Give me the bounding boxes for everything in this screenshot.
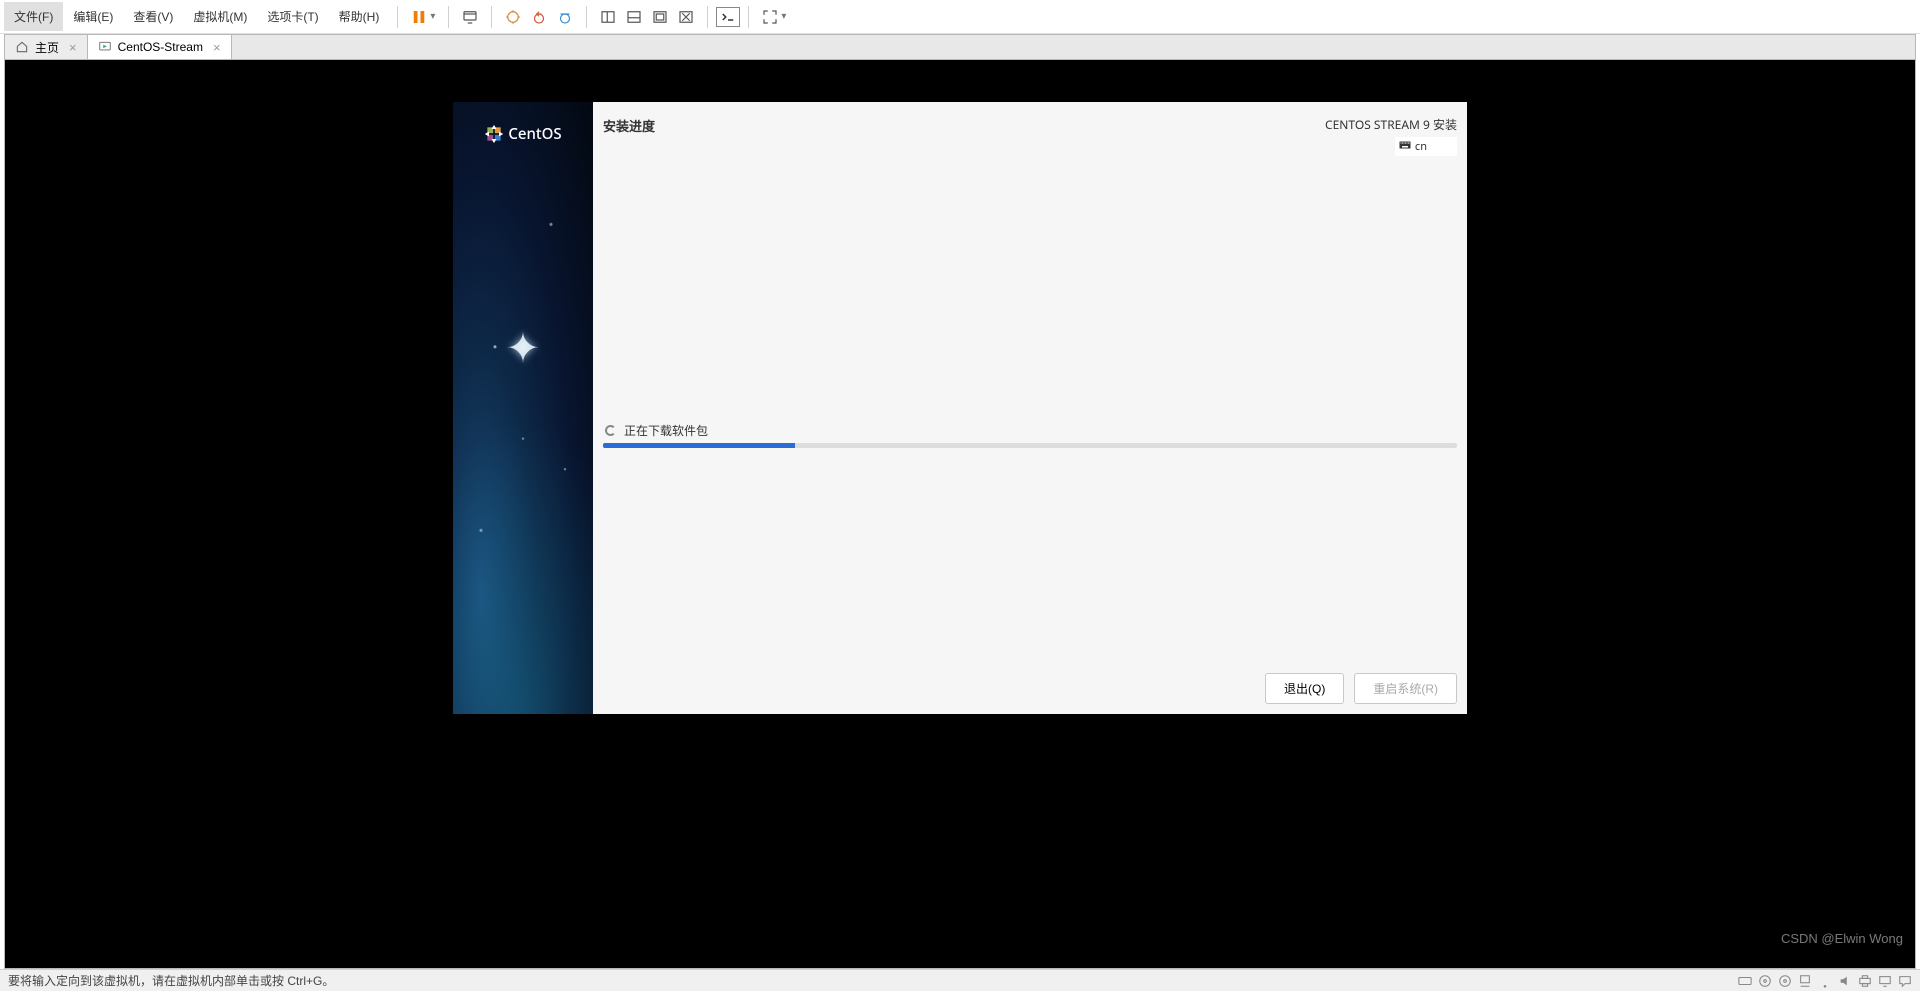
separator	[586, 6, 587, 28]
anaconda-header: 安装进度 CENTOS STREAM 9 安装 cn	[593, 102, 1467, 164]
centos-logo-icon	[484, 124, 504, 144]
view-single-icon[interactable]	[595, 4, 621, 30]
fullscreen-dropdown-icon[interactable]: ▾	[781, 11, 791, 22]
menu-help[interactable]: 帮助(H)	[329, 2, 390, 31]
menu-file[interactable]: 文件(F)	[4, 2, 63, 31]
separator	[491, 6, 492, 28]
tab-vm-close-icon[interactable]: ×	[213, 40, 221, 55]
home-icon	[15, 40, 29, 54]
tab-vm[interactable]: CentOS-Stream ×	[88, 35, 232, 59]
statusbar-hint: 要将输入定向到该虚拟机，请在虚拟机内部单击或按 Ctrl+G。	[8, 972, 334, 989]
vm-running-icon	[98, 40, 112, 54]
snapshot-manager-icon[interactable]	[552, 4, 578, 30]
anaconda-main-pane: 安装进度 CENTOS STREAM 9 安装 cn 正在下载软件包	[593, 102, 1467, 714]
star-decoration-icon: ✦	[505, 318, 540, 375]
spinner-icon	[605, 425, 616, 436]
usb-status-icon[interactable]	[1818, 974, 1832, 988]
installer-subtitle: CENTOS STREAM 9 安装	[1325, 116, 1457, 133]
tabbar: 主页 × CentOS-Stream ×	[4, 34, 1916, 60]
devices-icon[interactable]	[457, 4, 483, 30]
progress-status-text: 正在下载软件包	[624, 422, 708, 439]
tab-home-close-icon[interactable]: ×	[69, 40, 77, 55]
printer-status-icon[interactable]	[1858, 974, 1872, 988]
snapshot-take-icon[interactable]	[500, 4, 526, 30]
progress-bar-fill	[603, 443, 795, 448]
snapshot-revert-icon[interactable]	[526, 4, 552, 30]
anaconda-sidebar: CentOS ✦	[453, 102, 593, 714]
display-status-icon[interactable]	[1878, 974, 1892, 988]
cd-status-icon[interactable]	[1758, 974, 1772, 988]
menubar: 文件(F) 编辑(E) 查看(V) 虚拟机(M) 选项卡(T) 帮助(H) ▾ …	[0, 0, 1920, 34]
menu-tabs[interactable]: 选项卡(T)	[257, 2, 328, 31]
keyboard-icon	[1399, 139, 1411, 154]
message-status-icon[interactable]	[1898, 974, 1912, 988]
keyboard-indicator[interactable]: cn	[1395, 137, 1457, 156]
separator	[448, 6, 449, 28]
network-status-icon[interactable]	[1798, 974, 1812, 988]
menu-edit[interactable]: 编辑(E)	[63, 2, 123, 31]
sound-status-icon[interactable]	[1838, 974, 1852, 988]
statusbar-tray	[1738, 974, 1912, 988]
centos-brand-label: CentOS	[508, 124, 561, 144]
reboot-button: 重启系统(R)	[1354, 673, 1457, 704]
vm-viewport[interactable]: CentOS ✦ 安装进度 CENTOS STREAM 9 安装 cn	[4, 60, 1916, 969]
anaconda-footer: 退出(Q) 重启系统(R)	[593, 663, 1467, 714]
progress-bar	[603, 443, 1457, 448]
page-title: 安装进度	[603, 116, 655, 135]
fullscreen-icon[interactable]	[757, 4, 783, 30]
progress-section: 正在下载软件包	[603, 422, 1457, 448]
menu-vm[interactable]: 虚拟机(M)	[183, 2, 257, 31]
anaconda-body: 正在下载软件包	[593, 164, 1467, 663]
keyboard-layout-label: cn	[1415, 139, 1427, 154]
separator	[748, 6, 749, 28]
pause-vm-icon[interactable]	[406, 4, 432, 30]
view-console-icon[interactable]	[621, 4, 647, 30]
separator	[707, 6, 708, 28]
tab-home[interactable]: 主页 ×	[5, 35, 88, 59]
pause-dropdown-icon[interactable]: ▾	[430, 11, 440, 22]
tab-vm-label: CentOS-Stream	[118, 40, 203, 54]
cd2-status-icon[interactable]	[1778, 974, 1792, 988]
tab-home-label: 主页	[35, 39, 59, 56]
separator	[397, 6, 398, 28]
vm-guest-screen[interactable]: CentOS ✦ 安装进度 CENTOS STREAM 9 安装 cn	[453, 102, 1467, 714]
disk-status-icon[interactable]	[1738, 974, 1752, 988]
quick-switch-icon[interactable]	[716, 7, 740, 27]
statusbar: 要将输入定向到该虚拟机，请在虚拟机内部单击或按 Ctrl+G。	[0, 969, 1920, 991]
menu-view[interactable]: 查看(V)	[123, 2, 183, 31]
watermark-text: CSDN @Elwin Wong	[1781, 931, 1903, 946]
centos-brand: CentOS	[453, 124, 593, 144]
quit-button[interactable]: 退出(Q)	[1265, 673, 1344, 704]
view-exclusive-icon[interactable]	[673, 4, 699, 30]
view-unity-icon[interactable]	[647, 4, 673, 30]
